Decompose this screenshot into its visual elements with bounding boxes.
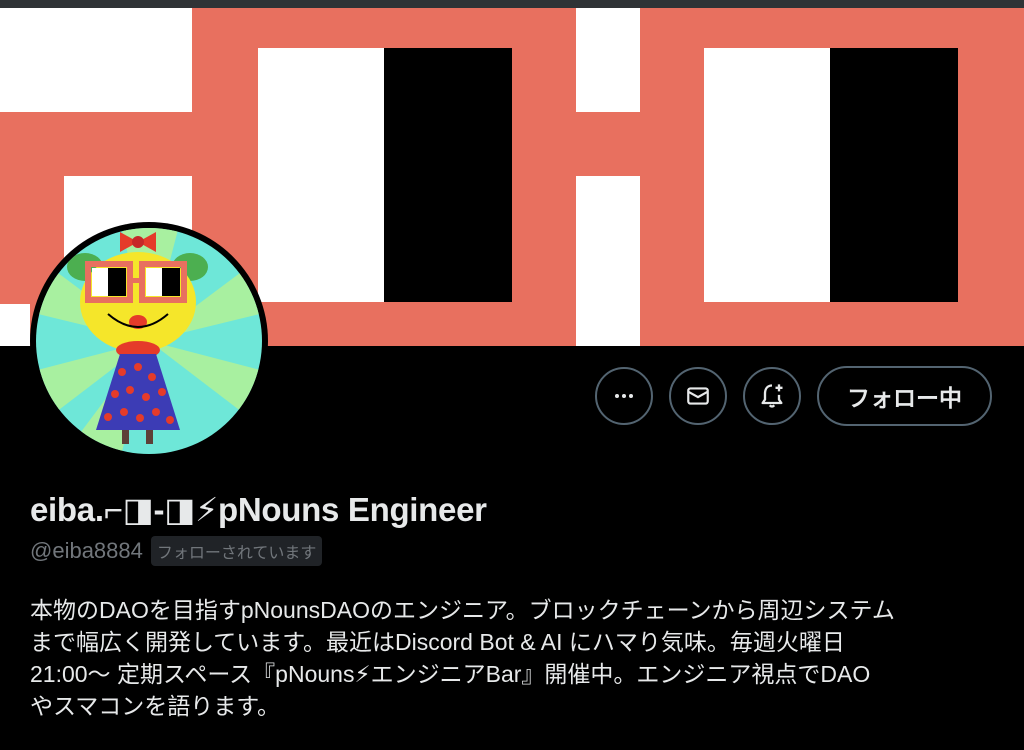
bell-plus-icon — [761, 384, 783, 408]
mail-icon — [687, 387, 709, 405]
notifications-button[interactable] — [743, 367, 801, 425]
handle-row: @eiba8884 フォローされています — [30, 536, 323, 566]
follows-you-badge: フォローされています — [150, 536, 323, 566]
bio-line: 本物のDAOを目指すpNounsDAOのエンジニア。ブロックチェーンから周辺シス… — [30, 597, 895, 623]
profile-bio: 本物のDAOを目指すpNounsDAOのエンジニア。ブロックチェーンから周辺シス… — [30, 594, 990, 722]
display-name-row: eiba.⌐◨-◨⚡pNouns Engineer — [30, 490, 487, 529]
bio-line: やスマコンを語ります。 — [30, 693, 281, 719]
avatar-image — [31, 223, 267, 459]
following-button[interactable]: フォロー中 — [817, 366, 992, 426]
window-top-bar — [0, 0, 1024, 8]
bio-line: まで幅広く開発しています。最近はDiscord Bot & AI にハマり気味。… — [30, 629, 845, 655]
user-handle: @eiba8884 — [30, 538, 143, 563]
more-horizontal-icon — [615, 394, 633, 398]
avatar[interactable] — [30, 222, 268, 460]
display-name: eiba.⌐◨-◨⚡pNouns Engineer — [30, 491, 487, 528]
bio-line: 21:00〜 定期スペース『pNouns⚡エンジニアBar』開催中。エンジニア視… — [30, 661, 871, 687]
more-button[interactable] — [595, 367, 653, 425]
profile-actions: フォロー中 — [595, 366, 992, 426]
message-button[interactable] — [669, 367, 727, 425]
